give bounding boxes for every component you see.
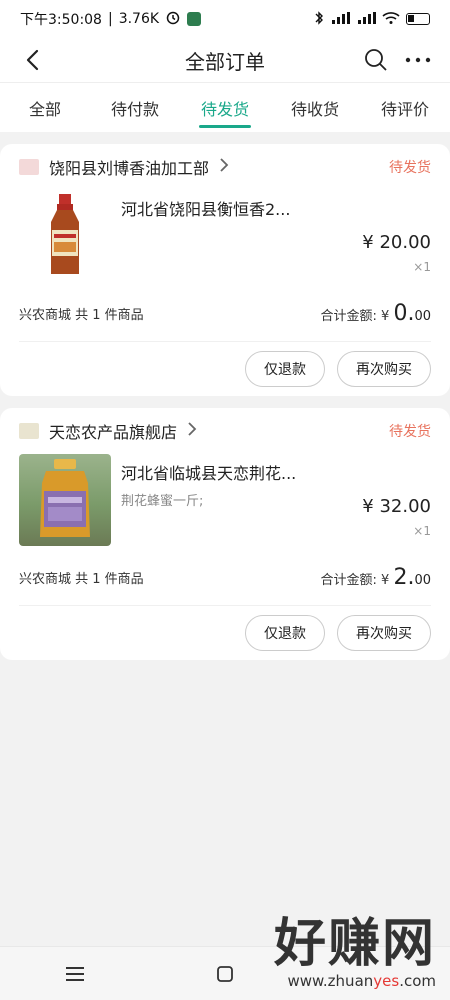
- shop-logo-icon: [19, 159, 39, 175]
- chevron-right-icon: [187, 421, 197, 442]
- signal-icon-2: [356, 11, 376, 27]
- watermark-url: www.zhuanyes.com: [274, 972, 436, 990]
- tab-pending-receipt[interactable]: 待收货: [270, 83, 360, 132]
- order-card-header: 天恋农产品旗舰店 待发货: [19, 408, 431, 454]
- bluetooth-icon: [314, 10, 324, 28]
- status-bar: 下午3:50:08 | 3.76K: [0, 0, 450, 38]
- item-info: 河北省饶阳县衡恒香2... ¥ 20.00 ×1: [121, 190, 431, 286]
- order-source-count: 兴农商城 共 1 件商品: [19, 572, 144, 587]
- product-price: ¥ 32.00: [362, 496, 431, 517]
- order-summary: 兴农商城 共 1 件商品 合计金额: ¥ 0.00: [19, 286, 431, 342]
- watermark: 好赚网 www.zhuanyes.com: [274, 918, 436, 990]
- order-status: 待发货: [389, 160, 431, 176]
- total-integer: 0.: [393, 301, 415, 326]
- product-quantity: ×1: [413, 524, 431, 538]
- status-right: [314, 10, 430, 28]
- order-source-count: 兴农商城 共 1 件商品: [19, 308, 144, 323]
- product-title: 河北省临城县天恋荆花...: [121, 464, 297, 483]
- search-button[interactable]: [362, 46, 390, 74]
- back-button[interactable]: [18, 46, 46, 74]
- page-title: 全部订单: [185, 49, 265, 74]
- header: 全部订单: [0, 38, 450, 82]
- order-card[interactable]: 天恋农产品旗舰店 待发货 河北省临城县天恋荆花... 荆花蜂蜜一斤; ¥ 32.…: [0, 408, 450, 660]
- total-label: 合计金额: ¥: [320, 309, 390, 324]
- clock: 下午3:50:08: [20, 12, 102, 28]
- alarm-icon: [165, 9, 181, 29]
- net-speed: 3.76K: [118, 11, 160, 27]
- shop-link[interactable]: 饶阳县刘博香油加工部: [19, 155, 229, 179]
- watermark-url-accent: yes: [373, 972, 400, 990]
- total-label: 合计金额: ¥: [320, 573, 390, 588]
- total-integer: 2.: [393, 565, 415, 590]
- total-decimal: 00: [414, 309, 431, 324]
- order-list: 饶阳县刘博香油加工部 待发货 河北省饶阳县衡恒香2... ¥ 20.00 ×1 …: [0, 132, 450, 660]
- home-square-icon: [217, 965, 233, 982]
- shop-logo-icon: [19, 423, 39, 439]
- product-quantity: ×1: [413, 260, 431, 274]
- shop-name: 饶阳县刘博香油加工部: [49, 159, 210, 178]
- order-total: 合计金额: ¥ 2.00: [321, 565, 431, 590]
- menu-icon: [66, 966, 84, 981]
- product-price: ¥ 20.00: [362, 232, 431, 253]
- battery-icon: [406, 13, 430, 25]
- home-nav-button[interactable]: [209, 958, 241, 990]
- buy-again-button[interactable]: 再次购买: [337, 351, 431, 387]
- tab-all[interactable]: 全部: [0, 83, 90, 132]
- order-actions: 仅退款 再次购买: [19, 606, 431, 660]
- total-decimal: 00: [414, 573, 431, 588]
- watermark-title: 好赚网: [273, 914, 436, 974]
- product-image: [19, 454, 111, 546]
- header-actions: [362, 46, 432, 74]
- signal-icon-1: [330, 11, 350, 27]
- watermark-url-suffix: .com: [399, 972, 436, 990]
- more-icon: [405, 57, 431, 63]
- order-card-header: 饶阳县刘博香油加工部 待发货: [19, 144, 431, 190]
- product-title: 河北省饶阳县衡恒香2...: [121, 200, 291, 219]
- separator: |: [107, 11, 113, 27]
- shop-name: 天恋农产品旗舰店: [49, 423, 178, 442]
- product-image: [19, 190, 111, 282]
- order-item[interactable]: 河北省临城县天恋荆花... 荆花蜂蜜一斤; ¥ 32.00 ×1: [19, 454, 431, 550]
- app-notification-icon: [187, 12, 202, 26]
- tab-pending-payment[interactable]: 待付款: [90, 83, 180, 132]
- order-tabs: 全部 待付款 待发货 待收货 待评价: [0, 82, 450, 132]
- wifi-icon: [382, 11, 400, 28]
- status-left: 下午3:50:08 | 3.76K: [20, 9, 202, 29]
- search-icon: [365, 49, 387, 71]
- order-card[interactable]: 饶阳县刘博香油加工部 待发货 河北省饶阳县衡恒香2... ¥ 20.00 ×1 …: [0, 144, 450, 396]
- chevron-right-icon: [219, 157, 229, 178]
- order-summary: 兴农商城 共 1 件商品 合计金额: ¥ 2.00: [19, 550, 431, 606]
- shop-link[interactable]: 天恋农产品旗舰店: [19, 419, 197, 443]
- order-status: 待发货: [389, 424, 431, 440]
- order-total: 合计金额: ¥ 0.00: [321, 301, 431, 326]
- order-item[interactable]: 河北省饶阳县衡恒香2... ¥ 20.00 ×1: [19, 190, 431, 286]
- buy-again-button[interactable]: 再次购买: [337, 615, 431, 651]
- order-actions: 仅退款 再次购买: [19, 342, 431, 396]
- refund-only-button[interactable]: 仅退款: [245, 351, 325, 387]
- back-arrow-icon: [26, 49, 39, 71]
- more-button[interactable]: [404, 46, 432, 74]
- item-info: 河北省临城县天恋荆花... 荆花蜂蜜一斤; ¥ 32.00 ×1: [121, 454, 431, 550]
- watermark-url-prefix: www.zhuan: [287, 972, 374, 990]
- tab-pending-review[interactable]: 待评价: [360, 83, 450, 132]
- refund-only-button[interactable]: 仅退款: [245, 615, 325, 651]
- tab-pending-shipment[interactable]: 待发货: [180, 83, 270, 132]
- menu-nav-button[interactable]: [59, 958, 91, 990]
